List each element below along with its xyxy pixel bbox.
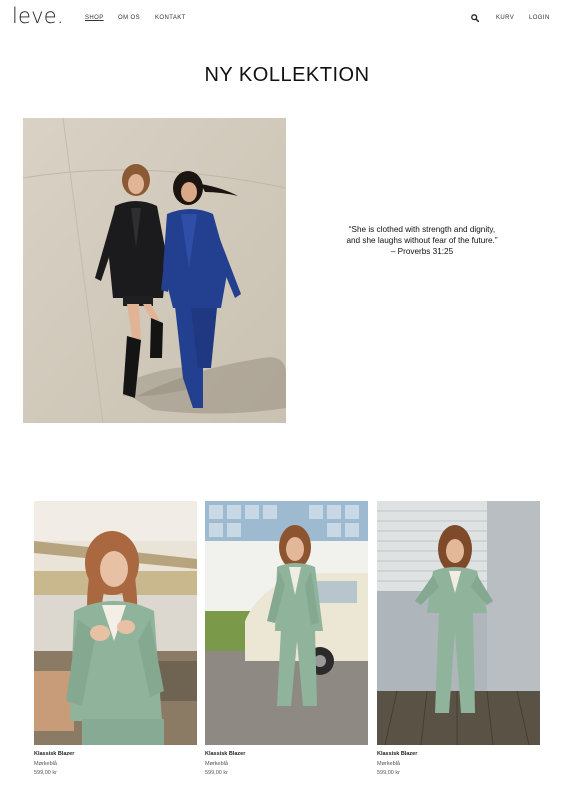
product-image[interactable]: [377, 501, 540, 745]
quote-line-2: and she laughs without fear of the futur…: [346, 236, 498, 245]
product-color: Mørkeblå: [377, 761, 400, 767]
product-image[interactable]: [205, 501, 368, 745]
site-header: leve. SHOP OM OS KONTAKT KURV LOGIN: [0, 0, 574, 38]
cart-link[interactable]: KURV: [496, 15, 514, 21]
nav-kontakt[interactable]: KONTAKT: [155, 15, 186, 21]
quote-attribution: – Proverbs 31:25: [390, 247, 454, 256]
product-price: 599,00 kr: [205, 770, 228, 776]
product-price: 599,00 kr: [34, 770, 57, 776]
quote-line-1: “She is clothed with strength and dignit…: [348, 225, 496, 234]
quote-block: “She is clothed with strength and dignit…: [316, 224, 528, 257]
hero-image: [23, 118, 286, 423]
product-card[interactable]: Klassisk Blazer Mørkeblå 599,00 kr: [377, 501, 540, 776]
login-link[interactable]: LOGIN: [529, 15, 550, 21]
search-icon[interactable]: [471, 14, 479, 22]
page-title: NY KOLLEKTION: [204, 64, 370, 86]
product-color: Mørkeblå: [34, 761, 57, 767]
product-name[interactable]: Klassisk Blazer: [377, 751, 540, 757]
product-image[interactable]: [34, 501, 197, 745]
nav-shop[interactable]: SHOP: [85, 15, 104, 21]
nav-om-os[interactable]: OM OS: [118, 15, 140, 21]
product-name[interactable]: Klassisk Blazer: [34, 751, 197, 757]
product-color: Mørkeblå: [205, 761, 228, 767]
product-card[interactable]: Klassisk Blazer Mørkeblå 599,00 kr: [205, 501, 368, 776]
logo[interactable]: leve.: [12, 4, 64, 28]
product-card[interactable]: Klassisk Blazer Mørkeblå 599,00 kr: [34, 501, 197, 776]
product-name[interactable]: Klassisk Blazer: [205, 751, 368, 757]
product-price: 599,00 kr: [377, 770, 400, 776]
